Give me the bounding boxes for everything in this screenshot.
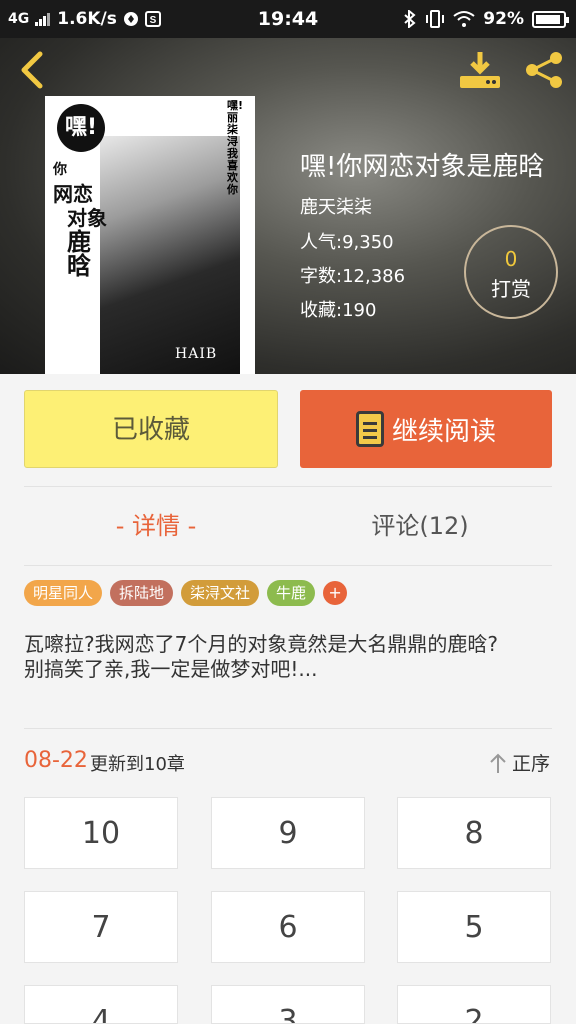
update-date: 08-22 [24, 748, 88, 773]
popularity-stat: 人气:9,350 [300, 232, 394, 253]
synopsis-line: 别搞笑了亲,我一定是做梦对吧!... [24, 657, 318, 681]
chapter-button[interactable]: 5 [397, 891, 551, 963]
reward-button[interactable]: 0 打赏 [464, 225, 558, 319]
tag-item[interactable]: 拆陆地 [110, 580, 174, 606]
reward-count: 0 [504, 247, 518, 271]
chapter-button[interactable]: 4 [24, 985, 178, 1024]
chapter-button[interactable]: 10 [24, 797, 178, 869]
divider [24, 728, 552, 729]
continue-reading-label: 继续阅读 [391, 416, 496, 447]
vibrate-icon [426, 10, 445, 28]
synopsis[interactable]: 瓦嚓拉?我网恋了7个月的对象竟然是大名鼎鼎的鹿晗? 别搞笑了亲,我一定是做梦对吧… [24, 632, 552, 682]
cover-brand: HAIB [175, 346, 218, 362]
chapter-button[interactable]: 7 [24, 891, 178, 963]
battery-percent: 92% [483, 9, 524, 29]
chapter-button[interactable]: 9 [211, 797, 365, 869]
status-bar: 4G 1.6K/s S 19:44 92% [0, 0, 576, 38]
bluetooth-icon [404, 10, 416, 28]
book-author[interactable]: 鹿天柒柒 [300, 193, 372, 219]
synopsis-line: 瓦嚓拉?我网恋了7个月的对象竟然是大名鼎鼎的鹿晗? [24, 632, 498, 656]
add-tag-button[interactable]: + [323, 581, 348, 605]
cover-side-text: 嘿!丽柒浔我喜欢你 [227, 99, 244, 196]
book-header: 4G 1.6K/s S 19:44 92% 嘿! 你 网恋 对象 鹿 晗 嘿!丽… [0, 0, 576, 374]
sort-order-label: 正序 [512, 753, 551, 775]
tag-item[interactable]: 柒浔文社 [181, 580, 260, 606]
download-icon[interactable] [458, 50, 502, 90]
word-count-stat: 字数:12,386 [300, 266, 406, 287]
share-icon[interactable] [522, 50, 566, 90]
divider [24, 565, 552, 566]
tab-detail[interactable]: - 详情 - [24, 506, 288, 541]
continue-reading-button[interactable]: 继续阅读 [300, 390, 552, 468]
tag-item[interactable]: 明星同人 [24, 580, 103, 606]
tab-comments[interactable]: 评论(12) [288, 506, 552, 541]
chapter-button[interactable]: 3 [211, 985, 365, 1024]
book-title: 嘿!你网恋对象是鹿晗 [300, 152, 545, 182]
cover-title: 你 网恋 对象 鹿 晗 [53, 162, 107, 280]
wifi-icon [453, 11, 475, 27]
cover-badge: 嘿! [57, 104, 105, 152]
book-icon [355, 411, 384, 447]
reward-label: 打赏 [491, 277, 531, 301]
update-status: 更新到10章 [90, 754, 185, 775]
chapter-button[interactable]: 2 [397, 985, 551, 1024]
arrow-up-icon [490, 753, 506, 773]
tag-list: 明星同人 拆陆地 柒浔文社 牛鹿 + [24, 580, 348, 606]
sort-order-button[interactable]: 正序 [488, 749, 550, 776]
book-cover[interactable]: 嘿! 你 网恋 对象 鹿 晗 嘿!丽柒浔我喜欢你 HAIB [45, 96, 255, 374]
favorites-stat: 收藏:190 [300, 300, 377, 321]
battery-icon [532, 10, 569, 28]
back-icon[interactable] [14, 50, 50, 90]
collected-button[interactable]: 已收藏 [24, 390, 278, 468]
chapter-button[interactable]: 6 [211, 891, 365, 963]
tag-item[interactable]: 牛鹿 [267, 580, 316, 606]
divider [24, 486, 552, 487]
chapter-button[interactable]: 8 [397, 797, 551, 869]
